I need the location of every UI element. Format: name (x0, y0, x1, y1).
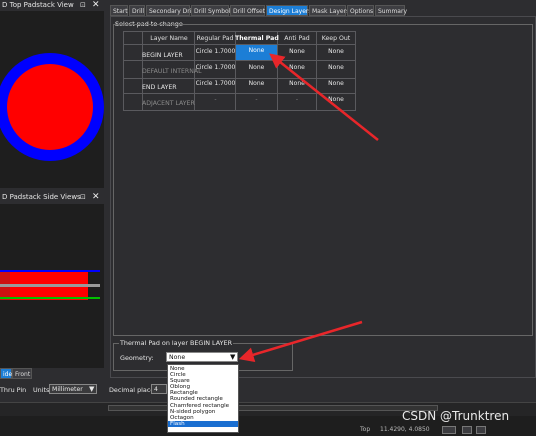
arrow-to-thermal-cell (269, 53, 379, 141)
watermark: CSDN @Trunktren (402, 409, 510, 423)
annotation-arrows (238, 53, 379, 363)
arrow-to-geometry-select (238, 320, 363, 363)
